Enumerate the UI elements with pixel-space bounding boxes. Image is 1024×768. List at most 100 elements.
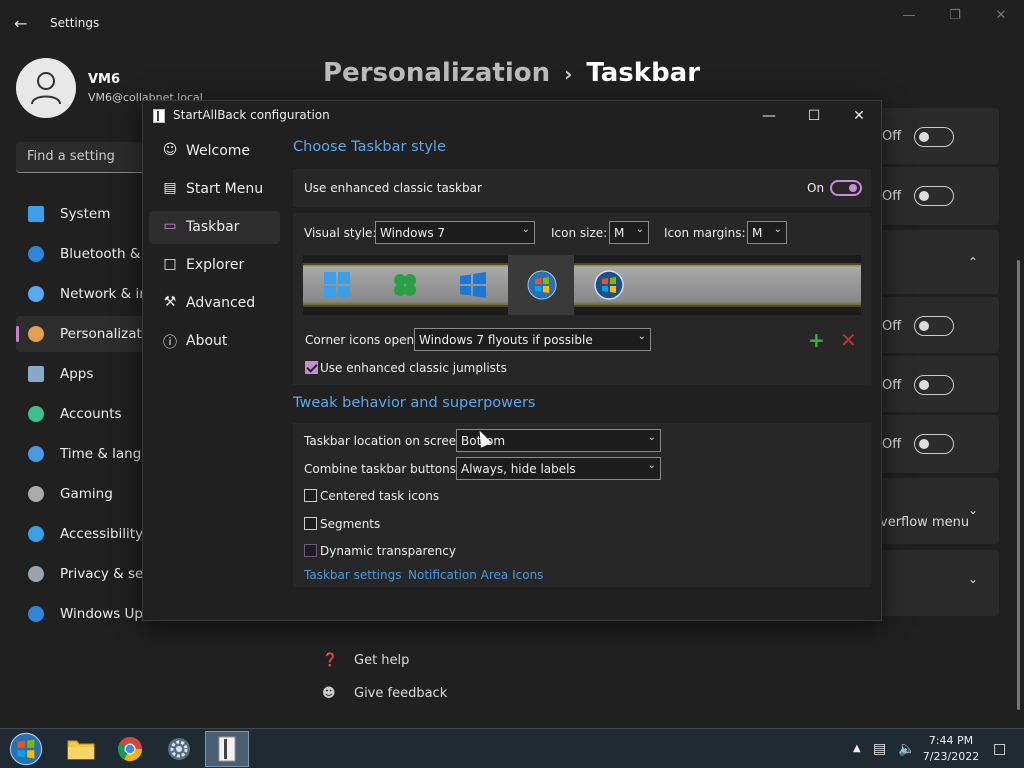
folder-icon <box>67 740 95 760</box>
update-icon <box>28 606 44 622</box>
chevron-up-icon[interactable]: ⌃ <box>968 255 978 269</box>
toggle-switch[interactable] <box>914 434 954 454</box>
dialog-nav-label: Taskbar <box>186 219 240 235</box>
notification-icon[interactable]: □ <box>993 741 1006 757</box>
give-feedback-link[interactable]: ☻ Give feedback <box>322 686 447 701</box>
network-icon[interactable]: ▤ <box>873 741 886 757</box>
dialog-nav-label: Advanced <box>186 295 256 311</box>
dialog-nav-item-1[interactable]: ▤ Start Menu <box>149 173 280 206</box>
chevron-down-icon[interactable]: ⌄ <box>968 503 978 517</box>
chevron-up-icon[interactable]: ▲ <box>853 743 861 754</box>
sidebar-item-6[interactable]: Time & langu <box>16 436 150 472</box>
sidebar-item-4[interactable]: Apps <box>16 356 146 392</box>
wrench-icon: ⚒ <box>163 294 177 310</box>
toggle-switch[interactable] <box>914 127 954 147</box>
breadcrumb-separator: › <box>564 62 573 86</box>
volume-icon[interactable]: 🔈 <box>898 741 915 757</box>
icon-size-label: Icon size: <box>551 226 608 240</box>
icon-margins-select[interactable]: M ⌄ <box>747 221 787 244</box>
notification-area-icons-link[interactable]: Notification Area Icons <box>408 568 543 582</box>
sidebar-item-0[interactable]: System <box>16 196 146 232</box>
dialog-title: StartAllBack configuration <box>173 108 330 122</box>
avatar[interactable] <box>16 58 76 118</box>
toggle-switch[interactable] <box>914 375 954 395</box>
dialog-nav-item-0[interactable]: ☺ Welcome <box>149 135 280 168</box>
taskbar-style-picker <box>303 255 861 315</box>
taskbar-file-explorer[interactable] <box>59 731 103 767</box>
toggle-switch[interactable] <box>914 316 954 336</box>
toggle-state-label: Off <box>882 378 902 393</box>
chevron-down-icon: ⌄ <box>635 224 644 235</box>
dialog-nav-item-4[interactable]: ⚒ Advanced <box>149 287 280 320</box>
segments-label: Segments <box>320 517 381 531</box>
scrollbar[interactable] <box>1017 260 1020 710</box>
corner-icons-select[interactable]: Windows 7 flyouts if possible ⌄ <box>414 328 651 351</box>
taskbar-settings[interactable] <box>157 731 201 767</box>
dialog-nav-item-2[interactable]: ▭ Taskbar <box>149 211 280 244</box>
clover-logo-icon[interactable] <box>391 271 419 299</box>
chevron-down-icon: ⌄ <box>521 224 530 235</box>
sidebar-item-10[interactable]: Windows Upd <box>16 596 152 632</box>
minimize-icon[interactable]: — <box>749 105 789 127</box>
windows-11-logo-icon[interactable] <box>323 271 351 299</box>
breadcrumb-parent[interactable]: Personalization <box>323 58 550 88</box>
sidebar-item-label: Network & in <box>60 286 148 302</box>
add-icon[interactable]: + <box>808 328 825 352</box>
person-icon <box>31 72 61 105</box>
minimize-icon[interactable]: — <box>894 8 924 28</box>
centered-icons-checkbox[interactable] <box>304 489 317 502</box>
toggle-state-label: Off <box>882 319 902 334</box>
taskbar-chrome[interactable] <box>108 731 152 767</box>
segments-checkbox[interactable] <box>304 517 317 530</box>
sidebar-item-label: Apps <box>60 366 94 382</box>
jumplists-checkbox[interactable] <box>305 361 318 374</box>
monitor-icon <box>28 206 44 222</box>
back-arrow-icon[interactable]: ← <box>14 14 34 34</box>
close-icon[interactable]: ✕ <box>839 105 879 127</box>
toggle-switch[interactable] <box>914 186 954 206</box>
section-heading-tweaks: Tweak behavior and superpowers <box>293 395 536 411</box>
chevron-down-icon[interactable]: ⌄ <box>968 572 978 586</box>
combine-buttons-select[interactable]: Always, hide labels ⌄ <box>456 457 661 480</box>
start-button[interactable] <box>4 731 48 767</box>
dynamic-transparency-checkbox[interactable] <box>304 544 317 557</box>
close-icon[interactable]: ✕ <box>986 8 1016 28</box>
sidebar-item-label: Personalizatio <box>60 326 154 342</box>
startallback-app-icon <box>218 736 236 762</box>
search-input[interactable]: Find a setting <box>16 142 146 173</box>
windows-vista-orb-icon[interactable] <box>594 270 624 300</box>
taskbar-clock[interactable]: 7:44 PM 7/23/2022 <box>920 733 982 765</box>
page-title: Personalization › Taskbar <box>323 58 700 88</box>
sidebar-item-7[interactable]: Gaming <box>16 476 146 512</box>
enhanced-taskbar-toggle[interactable] <box>830 180 862 196</box>
chevron-down-icon: ⌄ <box>637 331 646 342</box>
restore-icon[interactable]: ❐ <box>940 8 970 28</box>
sidebar-item-label: Bluetooth & d <box>60 246 154 262</box>
toggle-state-label: Off <box>882 437 902 452</box>
remove-icon[interactable]: ✕ <box>840 328 857 352</box>
windows-7-orb-icon[interactable] <box>527 270 557 300</box>
sidebar-item-5[interactable]: Accounts <box>16 396 146 432</box>
sidebar-item-2[interactable]: Network & in <box>16 276 148 312</box>
dialog-nav-label: Explorer <box>186 257 245 273</box>
dialog-nav-item-3[interactable]: □ Explorer <box>149 249 280 282</box>
get-help-link[interactable]: ❓ Get help <box>322 653 409 668</box>
info-icon: ⓘ <box>163 335 177 351</box>
visual-style-select[interactable]: Windows 7 ⌄ <box>375 221 535 244</box>
sidebar-item-9[interactable]: Privacy & sec <box>16 556 151 592</box>
sidebar-item-8[interactable]: Accessibility <box>16 516 146 552</box>
windows-10-logo-icon[interactable] <box>459 271 487 299</box>
visual-style-value: Windows 7 <box>380 226 446 240</box>
dialog-nav-item-5[interactable]: ⓘ About <box>149 325 280 358</box>
taskbar-settings-link[interactable]: Taskbar settings <box>304 568 401 582</box>
brush-icon <box>28 326 44 342</box>
sidebar-item-1[interactable]: Bluetooth & d <box>16 236 153 272</box>
maximize-icon[interactable]: ☐ <box>794 105 834 127</box>
breadcrumb-current: Taskbar <box>586 58 701 88</box>
icon-margins-value: M <box>752 226 763 240</box>
gamepad-icon <box>28 486 44 502</box>
taskbar-startallback[interactable] <box>205 731 249 767</box>
taskbar-icon: ▭ <box>163 218 177 234</box>
sidebar-item-3[interactable]: Personalizatio <box>16 316 154 352</box>
icon-size-select[interactable]: M ⌄ <box>609 221 649 244</box>
